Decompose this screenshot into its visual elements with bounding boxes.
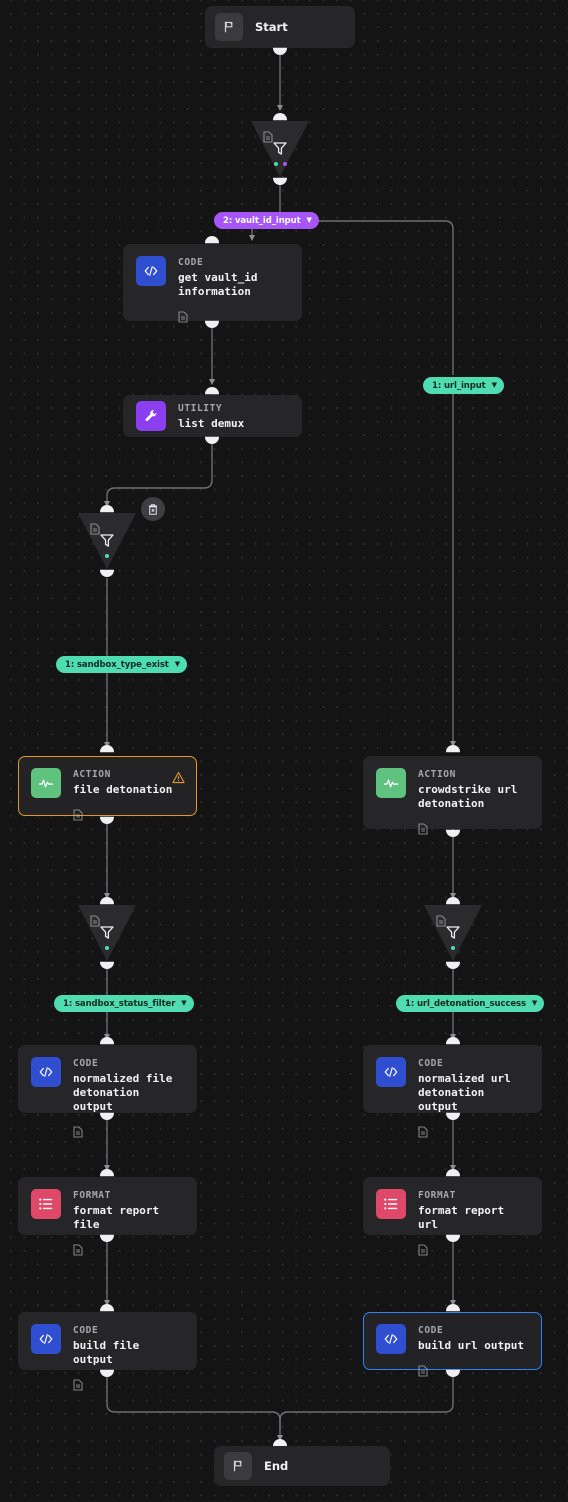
chip-label: 1: url_input [432, 380, 486, 391]
chip-sandbox-status-filter[interactable]: 1: sandbox_status_filter ▼ [54, 995, 194, 1012]
node-name-label: list demux [178, 416, 245, 430]
branch-dot-teal [105, 554, 109, 558]
filter-icon [99, 532, 115, 552]
note-icon [73, 1376, 184, 1395]
node-name-label: get vault_id information [178, 271, 258, 298]
end-label: End [264, 1459, 289, 1473]
note-icon [73, 806, 184, 825]
node-type-label: FORMAT [73, 1190, 111, 1201]
action-icon [31, 768, 61, 798]
node-type-label: ACTION [418, 769, 456, 780]
chip-url-input[interactable]: 1: url_input ▼ [423, 377, 504, 394]
utility-icon [136, 401, 166, 431]
chip-sandbox-type-exist[interactable]: 1: sandbox_type_exist ▼ [56, 656, 188, 673]
chip-vault-id-input[interactable]: 2: vault_id_input ▼ [214, 212, 319, 229]
node-normalized-url-detonation-output[interactable]: CODE normalized url detonation output [363, 1045, 542, 1138]
top-filter-node[interactable] [251, 121, 309, 177]
chevron-down-icon: ▼ [306, 216, 312, 224]
node-type-label: CODE [418, 1325, 444, 1336]
flag-icon [215, 13, 243, 41]
format-icon [376, 1189, 406, 1219]
note-icon [418, 820, 529, 839]
format-icon [31, 1189, 61, 1219]
chip-url-detonation-success[interactable]: 1: url_detonation_success ▼ [396, 995, 545, 1012]
action-icon [376, 768, 406, 798]
trash-icon [148, 503, 158, 515]
node-name-label: build url output [418, 1339, 524, 1352]
node-name-label: normalized file detonation output [73, 1072, 173, 1113]
node-get-vault-id-information[interactable]: CODE get vault_id information [123, 244, 302, 323]
node-type-label: CODE [418, 1058, 444, 1069]
node-name-label: file detonation [73, 783, 173, 796]
end-node[interactable]: End [214, 1446, 390, 1486]
filter-icon [99, 924, 115, 944]
node-name-label: format report url [418, 1204, 505, 1231]
chevron-down-icon: ▼ [174, 660, 181, 668]
delete-filter-button[interactable] [141, 497, 165, 521]
branch-dot-teal [273, 162, 278, 166]
filter-branch-dots [78, 554, 136, 558]
node-type-label: CODE [178, 257, 204, 268]
node-type-label: CODE [73, 1058, 99, 1069]
node-format-report-file[interactable]: FORMAT format report file [18, 1177, 197, 1256]
url-status-filter-node[interactable] [424, 905, 482, 961]
code-icon [31, 1324, 61, 1354]
node-crowdstrike-url-detonation[interactable]: ACTION crowdstrike url detonation [363, 756, 542, 835]
filter-icon [445, 924, 461, 944]
node-format-report-url[interactable]: FORMAT format report url [363, 1177, 542, 1256]
code-icon [136, 256, 166, 286]
note-icon [418, 1123, 529, 1142]
workflow-canvas[interactable]: Start 2: vault_id_input ▼ CODE get vault… [0, 0, 568, 1502]
node-name-label: normalized url detonation output [418, 1072, 511, 1113]
chevron-down-icon: ▼ [531, 999, 538, 1007]
node-build-file-output[interactable]: CODE build file output [18, 1312, 197, 1391]
branch-dot-purple [282, 162, 287, 166]
file-status-filter-node[interactable] [78, 905, 136, 961]
node-name-label: format report file [73, 1204, 160, 1231]
start-node[interactable]: Start [205, 6, 355, 48]
node-name-label: crowdstrike url detonation [418, 783, 518, 810]
chip-label: 1: url_detonation_success [405, 998, 526, 1009]
chip-label: 1: sandbox_status_filter [63, 998, 176, 1009]
warning-icon[interactable] [172, 769, 185, 788]
node-type-label: UTILITY [178, 402, 223, 414]
node-normalized-file-detonation-output[interactable]: CODE normalized file detonation output [18, 1045, 197, 1138]
node-list-demux[interactable]: UTILITY list demux [123, 395, 302, 437]
code-icon [376, 1324, 406, 1354]
note-icon [418, 1362, 529, 1381]
code-icon [376, 1057, 406, 1087]
chip-label: 1: sandbox_type_exist [65, 659, 169, 670]
note-icon [73, 1123, 184, 1142]
chevron-down-icon: ▼ [181, 999, 187, 1007]
demux-filter-node[interactable] [78, 513, 136, 569]
node-type-label: CODE [73, 1325, 99, 1336]
note-icon [418, 1241, 529, 1260]
node-name-label: build file output [73, 1339, 140, 1366]
flag-icon [224, 1452, 252, 1480]
filter-icon [272, 140, 288, 160]
filter-branch-dots [78, 946, 136, 950]
note-icon [73, 1241, 184, 1260]
node-build-url-output[interactable]: CODE build url output [363, 1312, 542, 1377]
note-icon [178, 308, 289, 327]
node-type-label: FORMAT [418, 1190, 456, 1201]
chip-label: 2: vault_id_input [223, 215, 301, 226]
filter-branch-dots [251, 162, 309, 166]
start-label: Start [255, 20, 288, 34]
filter-branch-dots [424, 946, 482, 950]
branch-dot-teal [105, 946, 109, 950]
branch-dot-teal [451, 946, 455, 950]
code-icon [31, 1057, 61, 1087]
chevron-down-icon: ▼ [491, 381, 497, 389]
node-type-label: ACTION [73, 769, 111, 780]
node-file-detonation[interactable]: ACTION file detonation [18, 756, 197, 821]
